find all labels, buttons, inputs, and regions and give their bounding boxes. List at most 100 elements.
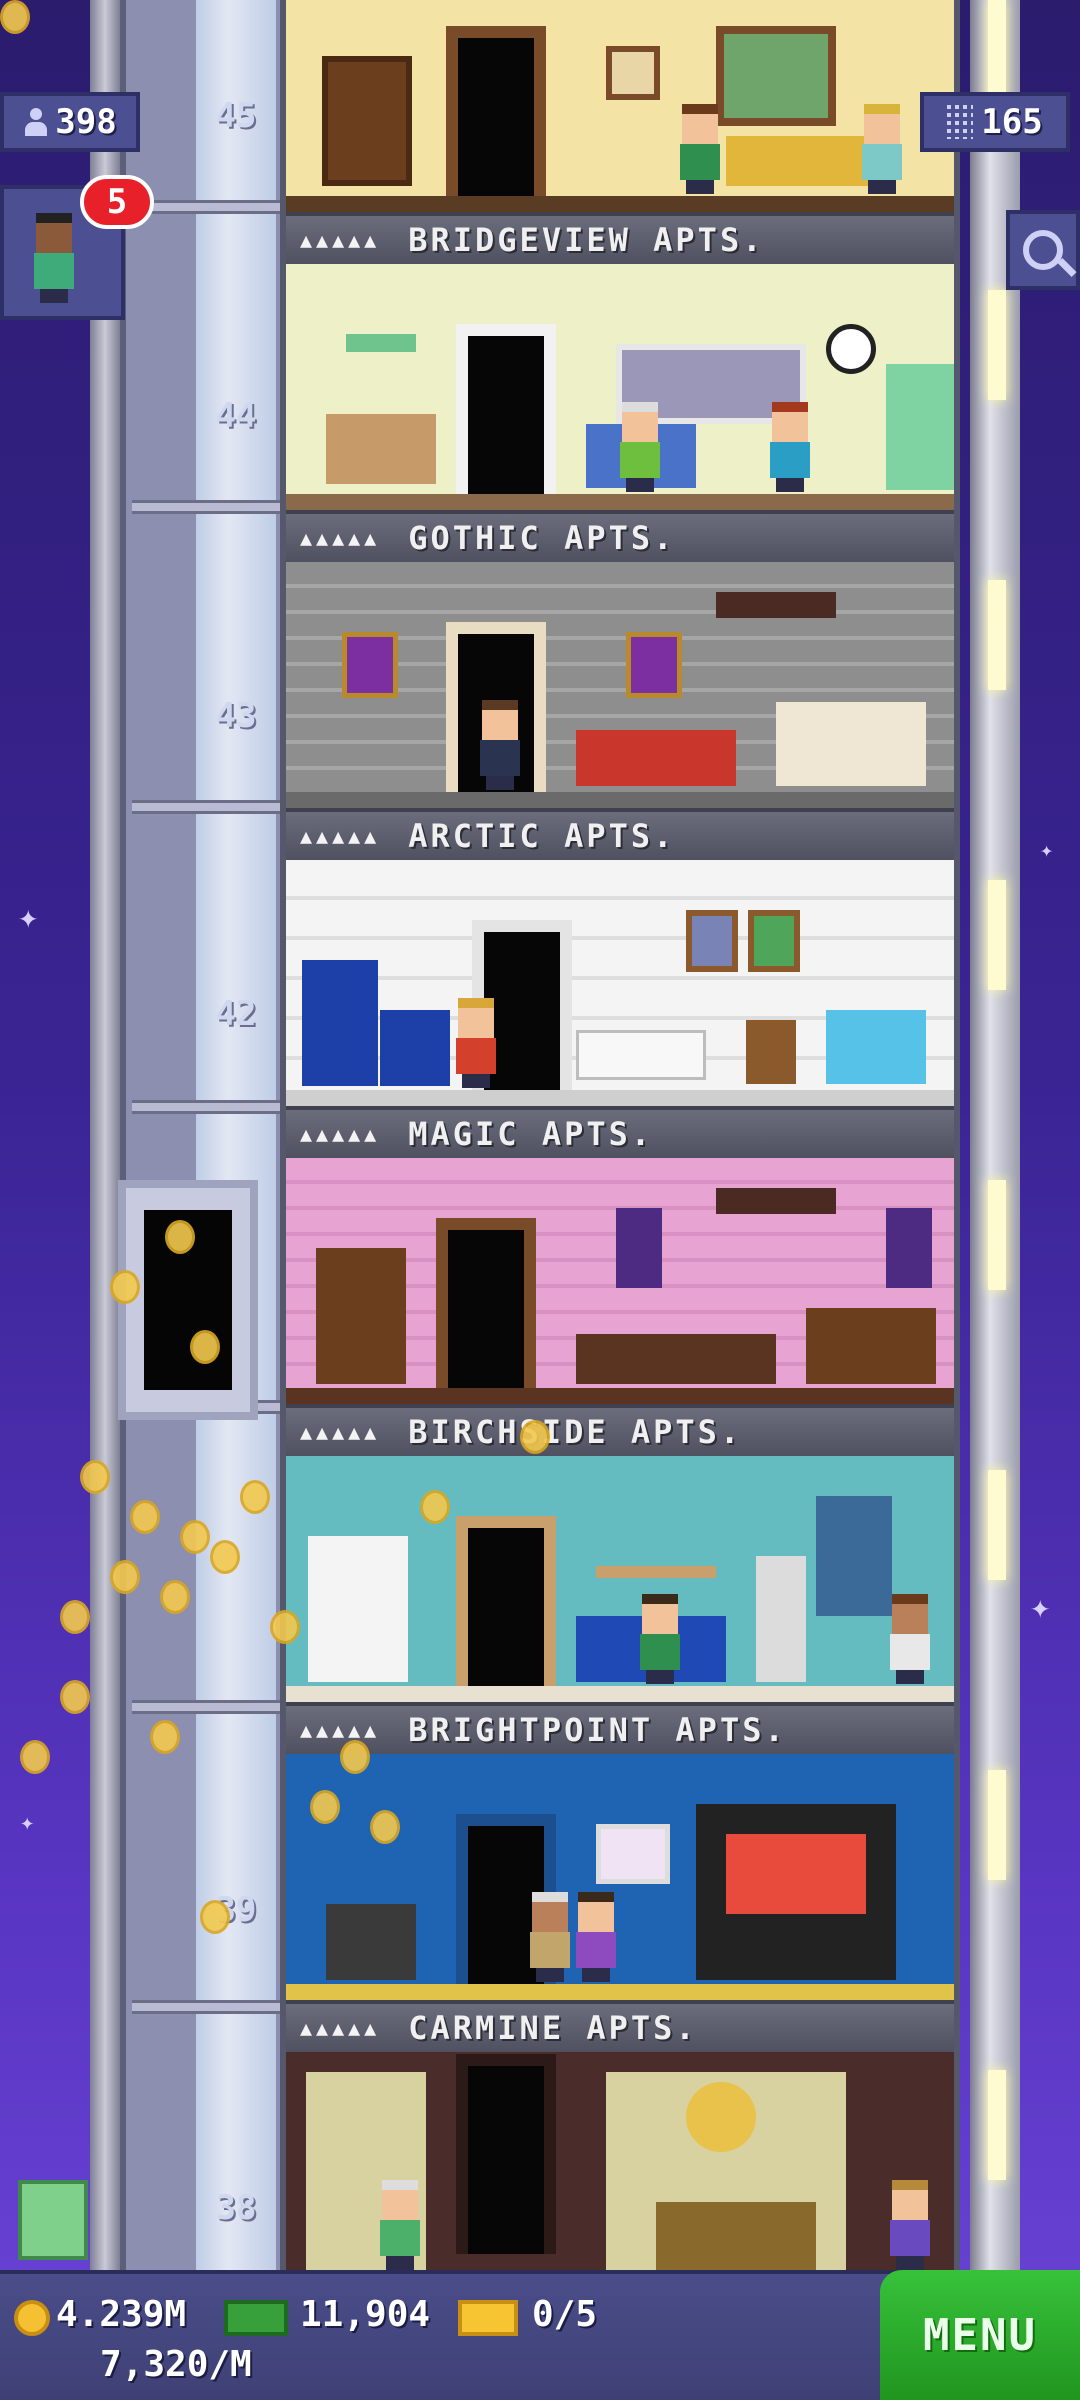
search-button[interactable]	[1006, 210, 1080, 290]
sky-star: ✦	[1040, 838, 1054, 863]
floor-room	[286, 1456, 954, 1702]
coins-value: 4.239M	[56, 2294, 187, 2335]
floor-stars: ▲▲▲▲▲	[300, 1122, 381, 1146]
floor-gothic[interactable]: ▲▲▲▲▲ GOTHIC APTS.	[280, 264, 960, 562]
window-light	[988, 1470, 1006, 1580]
floor-birchside[interactable]: ▲▲▲▲▲ BIRCHSIDE APTS.	[280, 1158, 960, 1456]
floor-room	[286, 264, 954, 510]
floor-number: 39	[215, 1890, 257, 1930]
armchair	[826, 1010, 926, 1084]
tenant[interactable]	[526, 1892, 574, 1982]
sky-star: ✦	[18, 897, 39, 937]
floor-room	[286, 1158, 954, 1404]
window-light	[988, 2070, 1006, 2180]
sofa	[576, 730, 736, 786]
tenant[interactable]	[636, 1594, 684, 1684]
tenant[interactable]	[616, 402, 664, 492]
room-floor	[286, 494, 954, 510]
window-light	[988, 880, 1006, 990]
room-floor	[286, 1090, 954, 1106]
floor-number: 44	[215, 396, 257, 436]
coin-particle	[190, 1330, 220, 1364]
floor-lamp	[756, 1556, 806, 1682]
chandelier	[716, 592, 836, 618]
tower-right-rail	[970, 0, 1020, 2270]
tenant[interactable]	[766, 402, 814, 492]
floor-stars: ▲▲▲▲▲	[300, 2016, 381, 2040]
bed	[656, 2202, 816, 2270]
tenant[interactable]	[886, 1594, 934, 1684]
coin-particle	[240, 1480, 270, 1514]
coin-particle	[200, 1900, 230, 1934]
floor-carmine[interactable]: ▲▲▲▲▲ CARMINE APTS.	[280, 1754, 960, 2052]
gift-icon[interactable]	[18, 2180, 88, 2260]
floor-stars: ▲▲▲▲▲	[300, 1420, 381, 1444]
population-value: 398	[55, 102, 117, 142]
coin-particle	[210, 1540, 240, 1574]
tickets-value: 0/5	[532, 2294, 598, 2335]
floor-number: 45	[215, 96, 257, 136]
fireplace	[776, 702, 926, 786]
tenant[interactable]	[476, 700, 524, 790]
plant-table	[326, 1904, 416, 1980]
floor-room	[286, 860, 954, 1106]
floor-arctic[interactable]: ▲▲▲▲▲ ARCTIC APTS.	[280, 562, 960, 860]
coin-particle	[370, 1810, 400, 1844]
floor-name: GOTHIC APTS.	[408, 519, 676, 557]
blue-fridge	[302, 960, 378, 1086]
floor-room	[286, 0, 954, 212]
floor-bridgeview[interactable]: ▲▲▲▲▲ BRIDGEVIEW APTS.	[280, 0, 960, 264]
coin-particle	[310, 1790, 340, 1824]
wall-shield	[626, 632, 682, 698]
visitor-count-badge: 5	[80, 175, 154, 229]
window-light	[988, 1180, 1006, 1290]
coin-particle	[20, 1740, 50, 1774]
tower-left-rail	[90, 0, 120, 2270]
tenant[interactable]	[886, 2180, 934, 2270]
apartment-door	[436, 1218, 536, 1388]
picture-frame	[748, 910, 800, 972]
floors-counter[interactable]: 165	[920, 92, 1070, 152]
elevator-car[interactable]	[118, 1180, 258, 1420]
blue-stove	[380, 1010, 450, 1086]
sky-star: ✦	[1030, 1587, 1051, 1627]
window	[716, 26, 836, 126]
wall-banner	[616, 1208, 662, 1288]
tenant[interactable]	[676, 104, 724, 194]
coin-particle	[60, 1680, 90, 1714]
floor-name: BRIGHTPOINT APTS.	[408, 1711, 787, 1749]
floor-stars: ▲▲▲▲▲	[300, 526, 381, 550]
coin-particle	[0, 0, 30, 34]
lamp-table	[746, 1020, 796, 1084]
tenant[interactable]	[376, 2180, 424, 2270]
ticket-icon	[458, 2300, 518, 2336]
floors-value: 165	[981, 102, 1043, 142]
population-counter[interactable]: 398	[0, 92, 140, 152]
sky-star: ✦	[20, 1808, 35, 1836]
floor-stars: ▲▲▲▲▲	[300, 228, 381, 252]
tv-screen	[726, 1834, 866, 1914]
window-blinds	[816, 1496, 892, 1616]
tenant[interactable]	[452, 998, 500, 1088]
room-floor	[286, 196, 954, 212]
floor-brightpoint[interactable]: ▲▲▲▲▲ BRIGHTPOINT APTS.	[280, 1456, 960, 1754]
floor-stars: ▲▲▲▲▲	[300, 1718, 381, 1742]
floor-name: BIRCHSIDE APTS.	[408, 1413, 743, 1451]
fireplace	[806, 1308, 936, 1384]
floor-label: ▲▲▲▲▲ ARCTIC APTS.	[286, 808, 954, 860]
sofa	[726, 136, 876, 186]
person-icon	[23, 108, 49, 136]
window-light	[988, 290, 1006, 400]
floor-number: 43	[215, 696, 257, 736]
floor-label: ▲▲▲▲▲ GOTHIC APTS.	[286, 510, 954, 562]
bottom-bar: 4.239M 7,320/M 11,904 0/5 MENU	[0, 2270, 1080, 2400]
picture-frame	[596, 1824, 670, 1884]
tenant[interactable]	[572, 1892, 620, 1982]
coin-particle	[520, 1420, 550, 1454]
tenant[interactable]	[858, 104, 906, 194]
coin-icon	[14, 2300, 50, 2336]
floor-bottom[interactable]	[280, 2052, 960, 2270]
floor-magic[interactable]: ▲▲▲▲▲ MAGIC APTS.	[280, 860, 960, 1158]
menu-button[interactable]: MENU	[880, 2270, 1080, 2400]
apartment-door	[446, 26, 546, 196]
